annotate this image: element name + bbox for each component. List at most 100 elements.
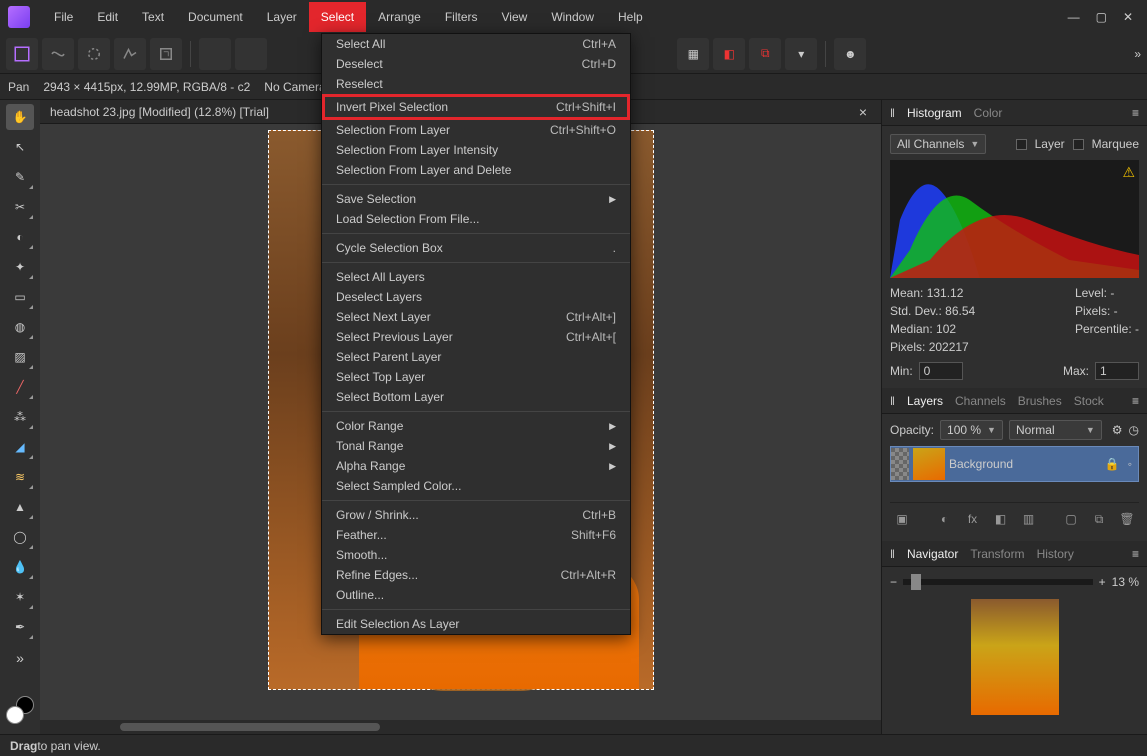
color-tab[interactable]: Color [974,106,1003,120]
erase-tool-icon[interactable]: ◢ [6,434,34,460]
menu-item-alpha-range[interactable]: Alpha Range▶ [322,456,630,476]
adjustment-icon[interactable]: ◐ [935,509,955,529]
toolbar-button[interactable] [235,38,267,70]
sharpen-tool-icon[interactable]: ✶ [6,584,34,610]
menu-item-selection-from-layer-intensity[interactable]: Selection From Layer Intensity [322,140,630,160]
menu-item-save-selection[interactable]: Save Selection▶ [322,189,630,209]
lock-icon[interactable]: 🔒 [1105,457,1120,471]
opacity-dropdown[interactable]: 100 %▼ [940,420,1003,440]
menu-item-outline-[interactable]: Outline... [322,585,630,605]
zoom-out-icon[interactable]: − [890,575,897,589]
persona-export-icon[interactable] [150,38,182,70]
persona-liquify-icon[interactable] [42,38,74,70]
persona-tone-icon[interactable] [114,38,146,70]
blend-mode-dropdown[interactable]: Normal▼ [1009,420,1102,440]
histogram-tab[interactable]: Histogram [907,106,962,120]
menu-item-edit-selection-as-layer[interactable]: Edit Selection As Layer [322,614,630,634]
stock-tab[interactable]: Stock [1074,394,1104,408]
panel-collapse-icon[interactable]: ‖ [890,106,895,120]
channel-dropdown[interactable]: All Channels▼ [890,134,986,154]
menu-item-color-range[interactable]: Color Range▶ [322,416,630,436]
navigator-tab[interactable]: Navigator [907,547,958,561]
menu-item-select-top-layer[interactable]: Select Top Layer [322,367,630,387]
menu-document[interactable]: Document [176,2,255,32]
menu-item-select-all[interactable]: Select AllCtrl+A [322,34,630,54]
mask-icon[interactable]: ▣ [892,509,912,529]
snapping-options-icon[interactable]: ▾ [785,38,817,70]
paint-brush-tool-icon[interactable]: ╱ [6,374,34,400]
menu-item-select-previous-layer[interactable]: Select Previous LayerCtrl+Alt+[ [322,327,630,347]
persona-photo-icon[interactable] [6,38,38,70]
layer-visibility-icon[interactable] [891,448,909,480]
assistant-icon[interactable]: ☻ [834,38,866,70]
horizontal-scrollbar[interactable] [40,720,881,734]
navigator-thumbnail[interactable] [971,599,1059,715]
pen-tool-icon[interactable]: ✒ [6,614,34,640]
menu-item-feather-[interactable]: Feather...Shift+F6 [322,525,630,545]
toolbar-button[interactable] [199,38,231,70]
panel-menu-icon[interactable]: ≡ [1132,547,1139,561]
gear-icon[interactable]: ⚙ [1112,423,1123,437]
tool-expand-icon[interactable]: » [16,650,24,666]
crop-layer-icon[interactable]: ◧ [991,509,1011,529]
minimize-icon[interactable]: — [1068,10,1080,24]
zoom-in-icon[interactable]: + [1099,575,1106,589]
group-icon[interactable]: ▥ [1019,509,1039,529]
maximize-icon[interactable]: ▢ [1096,10,1107,24]
persona-develop-icon[interactable] [78,38,110,70]
menu-item-smooth-[interactable]: Smooth... [322,545,630,565]
menu-item-select-bottom-layer[interactable]: Select Bottom Layer [322,387,630,407]
layer-options-icon[interactable]: ◷ [1129,423,1139,437]
menu-view[interactable]: View [490,2,540,32]
min-input[interactable] [919,362,963,380]
menu-item-grow-shrink-[interactable]: Grow / Shrink...Ctrl+B [322,505,630,525]
add-layer-icon[interactable]: ▢ [1061,509,1081,529]
panel-collapse-icon[interactable]: ‖ [890,394,895,408]
menu-item-invert-pixel-selection[interactable]: Invert Pixel SelectionCtrl+Shift+I [322,94,630,120]
gradient-tool-icon[interactable]: ▨ [6,344,34,370]
menu-item-tonal-range[interactable]: Tonal Range▶ [322,436,630,456]
menu-item-refine-edges-[interactable]: Refine Edges...Ctrl+Alt+R [322,565,630,585]
link-icon[interactable]: ◦ [1128,457,1132,471]
brushes-tab[interactable]: Brushes [1018,394,1062,408]
color-wells[interactable] [6,696,34,724]
flood-fill-tool-icon[interactable]: ◍ [6,314,34,340]
transform-tab[interactable]: Transform [970,547,1024,561]
panel-menu-icon[interactable]: ≡ [1132,106,1139,120]
menu-help[interactable]: Help [606,2,655,32]
menu-item-deselect-layers[interactable]: Deselect Layers [322,287,630,307]
menu-item-select-next-layer[interactable]: Select Next LayerCtrl+Alt+] [322,307,630,327]
menu-edit[interactable]: Edit [85,2,130,32]
menu-item-selection-from-layer[interactable]: Selection From LayerCtrl+Shift+O [322,120,630,140]
close-icon[interactable]: ✕ [1123,10,1133,24]
warning-icon[interactable]: ⚠ [1122,164,1135,181]
menu-item-selection-from-layer-and-delete[interactable]: Selection From Layer and Delete [322,160,630,180]
layer-checkbox[interactable] [1016,139,1027,150]
delete-icon[interactable]: 🗑 [1117,509,1137,529]
max-input[interactable] [1095,362,1139,380]
layers-tab[interactable]: Layers [907,394,943,408]
menu-item-deselect[interactable]: DeselectCtrl+D [322,54,630,74]
menu-window[interactable]: Window [539,2,606,32]
menu-file[interactable]: File [42,2,85,32]
menu-item-load-selection-from-file-[interactable]: Load Selection From File... [322,209,630,229]
menu-arrange[interactable]: Arrange [366,2,433,32]
layer-row[interactable]: Background 🔒◦ [890,446,1139,482]
menu-item-cycle-selection-box[interactable]: Cycle Selection Box. [322,238,630,258]
crop-tool-icon[interactable]: ✂ [6,194,34,220]
magic-wand-tool-icon[interactable]: ✦ [6,254,34,280]
close-tab-icon[interactable]: × [855,104,871,120]
foreground-color-swatch[interactable] [6,706,24,724]
inpaint-tool-icon[interactable]: ▲ [6,494,34,520]
duplicate-icon[interactable]: ⧉ [1089,509,1109,529]
toolbar-overflow-icon[interactable]: » [1134,47,1141,61]
snapping-icon[interactable]: ⧉ [749,38,781,70]
smudge-tool-icon[interactable]: 💧 [6,554,34,580]
menu-filters[interactable]: Filters [433,2,490,32]
grid-icon[interactable]: ▦ [677,38,709,70]
clone-tool-icon[interactable]: ≋ [6,464,34,490]
fx-icon[interactable]: fx [963,509,983,529]
menu-text[interactable]: Text [130,2,176,32]
split-view-icon[interactable]: ◧ [713,38,745,70]
zoom-slider[interactable] [903,579,1093,585]
